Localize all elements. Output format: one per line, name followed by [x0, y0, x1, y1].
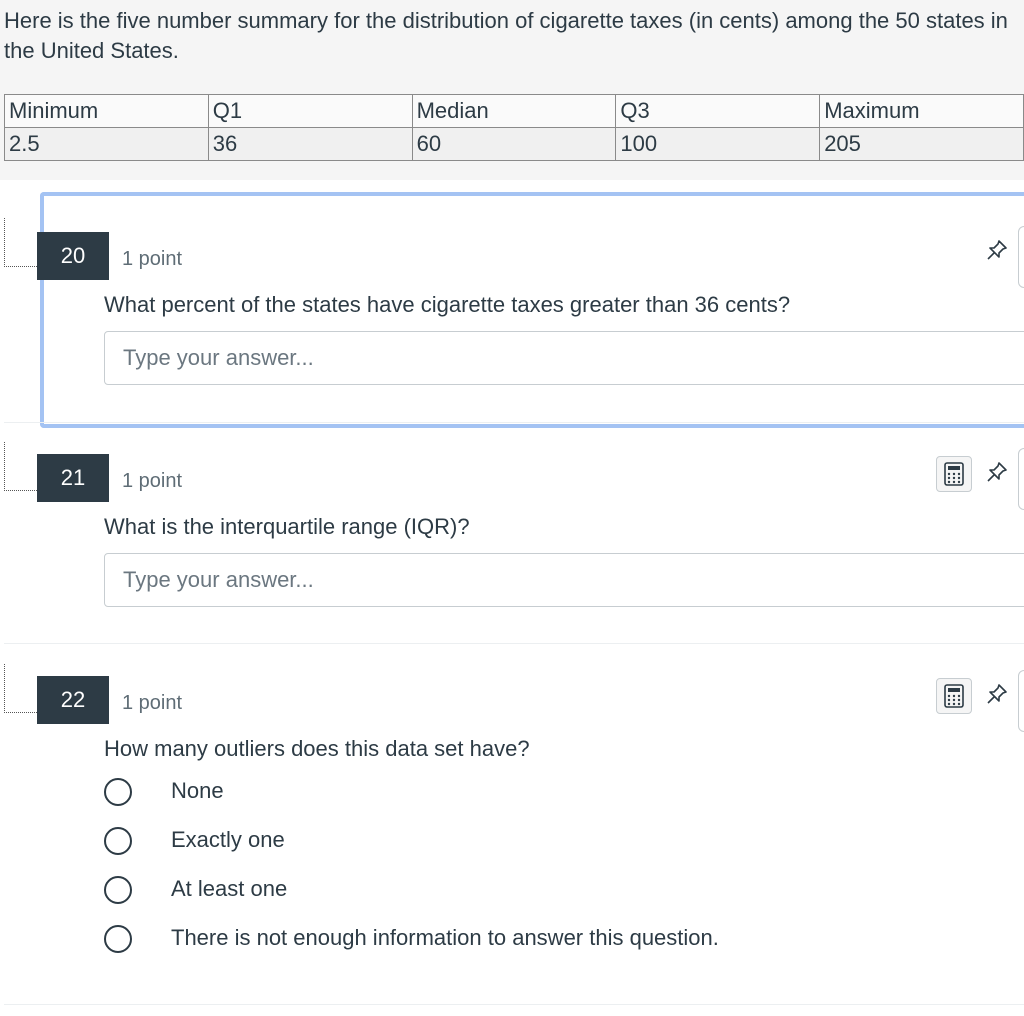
- table-header: Q1: [207, 94, 413, 128]
- answer-input[interactable]: [104, 553, 1024, 607]
- radio-button[interactable]: [104, 827, 132, 855]
- question-divider: [4, 643, 1024, 644]
- pin-icon[interactable]: [984, 682, 1010, 708]
- question-number: 20: [37, 232, 109, 280]
- calculator-icon[interactable]: [936, 456, 972, 492]
- table-header: Q3: [615, 94, 821, 128]
- five-number-summary-table: Minimum Q1 Median Q3 Maximum 2.5 36 60 1…: [4, 94, 1024, 161]
- pin-icon[interactable]: [984, 238, 1010, 264]
- stimulus-panel: Here is the five number summary for the …: [0, 0, 1024, 180]
- side-tab[interactable]: [1018, 670, 1024, 732]
- table-header-row: Minimum Q1 Median Q3 Maximum: [4, 94, 1024, 128]
- question-number: 21: [37, 454, 109, 502]
- question-text: What is the interquartile range (IQR)?: [104, 514, 470, 539]
- question-number: 22: [37, 676, 109, 724]
- calculator-icon[interactable]: [936, 678, 972, 714]
- table-cell: 2.5: [4, 127, 209, 161]
- question-marker: [4, 218, 37, 267]
- option-label: None: [171, 778, 224, 803]
- side-tab[interactable]: [1018, 448, 1024, 510]
- question-divider: [4, 1004, 1024, 1005]
- side-tab[interactable]: [1018, 226, 1024, 288]
- question-points: 1 point: [122, 470, 183, 492]
- question-22: 22 1 point How many outliers does this d…: [0, 658, 1024, 1004]
- table-header: Median: [411, 94, 617, 128]
- question-20: 20 1 point What percent of the states ha…: [0, 192, 1024, 428]
- radio-button[interactable]: [104, 925, 132, 953]
- table-cell: 100: [615, 127, 821, 161]
- answer-input[interactable]: [104, 331, 1024, 385]
- table-header: Maximum: [819, 94, 1024, 128]
- question-marker: [4, 664, 37, 713]
- question-points: 1 point: [122, 692, 183, 714]
- table-row: 2.5 36 60 100 205: [4, 127, 1024, 161]
- radio-button[interactable]: [104, 876, 132, 904]
- question-text: How many outliers does this data set hav…: [104, 736, 530, 761]
- table-cell: 205: [819, 127, 1024, 161]
- question-text: What percent of the states have cigarett…: [104, 292, 791, 317]
- question-21: 21 1 point What is the interquartile ran…: [0, 436, 1024, 644]
- pin-icon[interactable]: [984, 460, 1010, 486]
- option-label: Exactly one: [171, 827, 285, 852]
- question-marker: [4, 442, 37, 491]
- option-label: There is not enough information to answe…: [171, 925, 719, 950]
- option-label: At least one: [171, 876, 288, 901]
- table-header: Minimum: [4, 94, 209, 128]
- stimulus-text: Here is the five number summary for the …: [4, 8, 1008, 63]
- question-divider: [4, 422, 1024, 423]
- table-cell: 36: [207, 127, 413, 161]
- question-points: 1 point: [122, 248, 183, 270]
- table-cell: 60: [411, 127, 617, 161]
- radio-button[interactable]: [104, 778, 132, 806]
